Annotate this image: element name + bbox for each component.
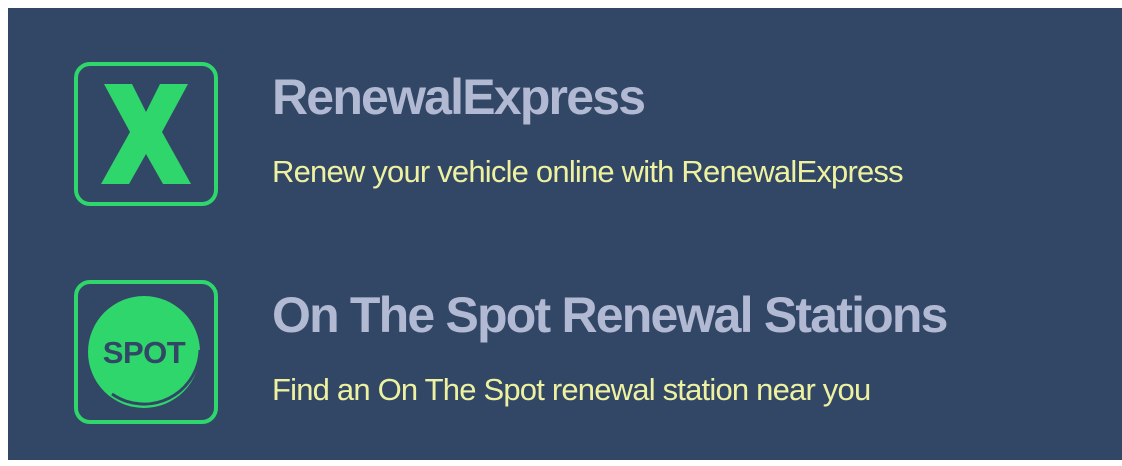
renewal-express-title[interactable]: RenewalExpress <box>272 72 903 122</box>
on-the-spot-link[interactable]: SPOT On The Spot Renewal Stations Find a… <box>74 280 948 424</box>
spot-badge-icon: SPOT <box>88 296 202 408</box>
renewal-express-logo <box>74 62 218 206</box>
on-the-spot-description: Find an On The Spot renewal station near… <box>272 372 871 407</box>
renewal-options-panel: RenewalExpress Renew your vehicle online… <box>8 8 1122 460</box>
spot-badge-label: SPOT <box>103 335 186 370</box>
on-the-spot-logo: SPOT <box>74 280 218 424</box>
renewal-express-link[interactable]: RenewalExpress Renew your vehicle online… <box>74 62 904 206</box>
renewal-express-description: Renew your vehicle online with RenewalEx… <box>272 154 904 189</box>
on-the-spot-title[interactable]: On The Spot Renewal Stations <box>272 290 948 340</box>
renewal-express-x-icon <box>101 84 191 184</box>
